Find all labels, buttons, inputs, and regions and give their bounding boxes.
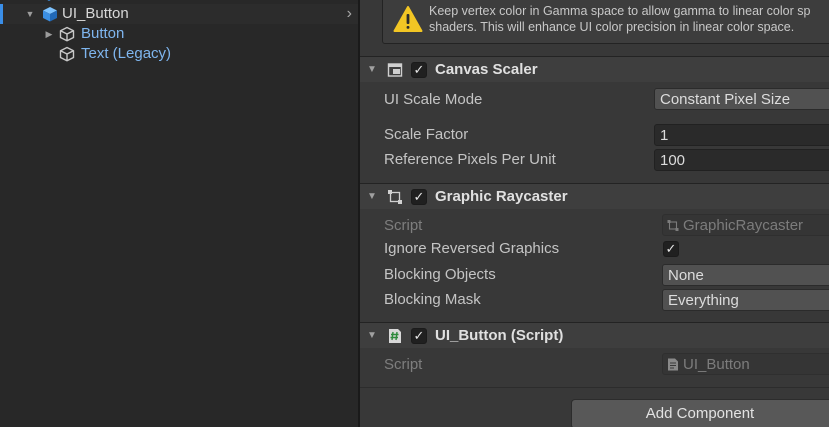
fold-arrow-collapsed-icon[interactable]: ▶ [43, 24, 55, 44]
hierarchy-item-text-legacy[interactable]: Text (Legacy) [0, 44, 358, 64]
component-header-canvas-scaler[interactable]: ▼ ✓ Canvas Scaler [360, 56, 829, 82]
blocking-mask-label: Blocking Mask [384, 291, 481, 308]
raycaster-icon [667, 220, 679, 231]
blocking-objects-label: Blocking Objects [384, 266, 496, 283]
component-header-graphic-raycaster[interactable]: ▼ ✓ Graphic Raycaster [360, 183, 829, 209]
csharp-script-icon [389, 329, 401, 343]
cube-outline-icon [59, 26, 75, 42]
inspector-panel: Keep vertex color in Gamma space to allo… [360, 0, 829, 427]
script-object-field[interactable]: GraphicRaycaster [662, 214, 829, 236]
hierarchy-item-ui-button[interactable]: ▼ UI_Button › [0, 4, 358, 24]
divider [360, 387, 829, 388]
blocking-mask-dropdown[interactable]: Everything [662, 289, 829, 311]
hierarchy-panel: ▼ UI_Button › ▶ Button Text (Legacy) [0, 0, 358, 427]
fold-arrow-expanded-icon[interactable]: ▼ [366, 60, 378, 80]
hierarchy-item-button[interactable]: ▶ Button [0, 24, 358, 44]
component-header-ui-button-script[interactable]: ▼ ✓ UI_Button (Script) [360, 322, 829, 348]
selection-indicator [0, 4, 3, 24]
script-label: Script [384, 356, 423, 373]
script-name: GraphicRaycaster [683, 217, 804, 234]
component-title: Graphic Raycaster [435, 188, 568, 205]
component-enabled-checkbox[interactable]: ✓ [411, 189, 427, 205]
component-enabled-checkbox[interactable]: ✓ [411, 62, 427, 78]
help-box-warning: Keep vertex color in Gamma space to allo… [382, 0, 829, 44]
script-file-icon [668, 358, 678, 371]
fold-arrow-expanded-icon[interactable]: ▼ [366, 326, 378, 346]
hierarchy-item-label: Button [81, 25, 125, 42]
fold-arrow-expanded-icon[interactable]: ▼ [24, 4, 36, 24]
warning-icon [393, 6, 423, 32]
scale-factor-field[interactable]: 1 [654, 124, 829, 146]
script-label: Script [384, 217, 423, 234]
ignore-reversed-graphics-checkbox[interactable]: ✓ [663, 241, 679, 257]
canvas-scaler-icon [387, 63, 403, 77]
fold-arrow-expanded-icon[interactable]: ▼ [366, 187, 378, 207]
ignore-reversed-graphics-label: Ignore Reversed Graphics [384, 240, 560, 257]
script-object-field[interactable]: UI_Button [662, 353, 829, 375]
cube-filled-icon [43, 7, 57, 22]
reference-pixels-per-unit-field[interactable]: 100 [654, 149, 829, 171]
ui-scale-mode-label: UI Scale Mode [384, 91, 483, 108]
reference-pixels-per-unit-label: Reference Pixels Per Unit [384, 151, 556, 168]
blocking-objects-dropdown[interactable]: None [662, 264, 829, 286]
scale-factor-label: Scale Factor [384, 126, 469, 143]
raycaster-icon [388, 190, 402, 204]
help-box-text: Keep vertex color in Gamma space to allo… [429, 4, 811, 34]
component-title: Canvas Scaler [435, 61, 538, 78]
component-title: UI_Button (Script) [435, 327, 564, 344]
ui-scale-mode-dropdown[interactable]: Constant Pixel Size [654, 88, 829, 110]
hierarchy-item-label: Text (Legacy) [81, 45, 172, 62]
chevron-right-icon[interactable]: › [347, 4, 352, 24]
component-enabled-checkbox[interactable]: ✓ [411, 328, 427, 344]
script-name: UI_Button [683, 356, 750, 373]
cube-icon [47, 0, 51, 1]
add-component-button[interactable]: Add Component [571, 399, 829, 427]
hierarchy-item-label: UI_Button [62, 5, 129, 22]
cube-outline-icon [59, 46, 75, 62]
